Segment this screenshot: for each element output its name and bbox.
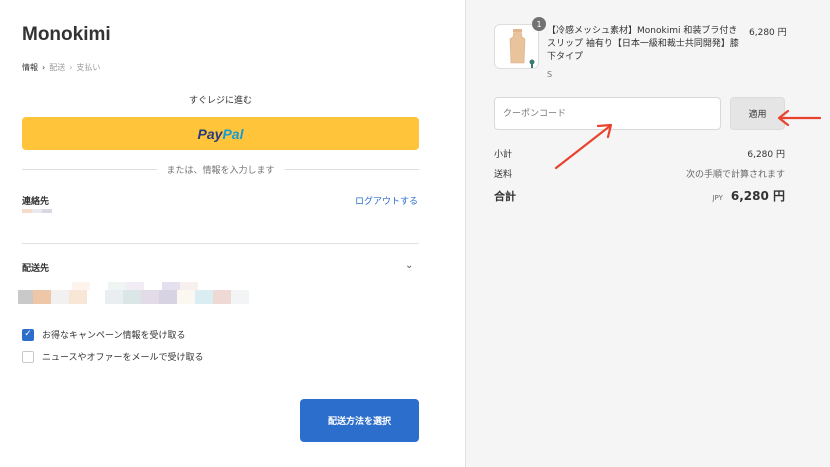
section-divider <box>22 243 419 244</box>
breadcrumb-item-info[interactable]: 情報 <box>22 62 38 73</box>
redacted-email <box>22 209 52 213</box>
breadcrumb-item-payment: 支払い <box>76 63 101 72</box>
or-divider-text: または、情報を入力します <box>166 166 275 176</box>
shipping-address-label: 配送先 <box>22 264 50 274</box>
or-divider: または、情報を入力します <box>22 163 420 176</box>
product-thumbnail <box>494 24 539 69</box>
product-price: 6,280 円 <box>749 28 787 38</box>
contact-label: 連絡先 <box>22 197 50 207</box>
store-logo[interactable]: Monokimi <box>22 24 111 46</box>
total-label: 合計 <box>494 190 516 203</box>
shipping-label: 送料 <box>494 170 513 180</box>
annotation-arrow-icon <box>777 109 822 127</box>
quantity-badge: 1 <box>532 17 546 31</box>
breadcrumb-item-shipping: 配送 <box>49 63 66 72</box>
campaign-opt-in-label: お得なキャンペーン情報を受け取る <box>42 331 186 341</box>
dress-icon <box>509 29 535 68</box>
continue-to-shipping-button[interactable]: 配送方法を選択 <box>300 399 419 442</box>
total-value: 6,280 円 <box>730 189 785 203</box>
redacted-address-upper <box>72 282 198 290</box>
chevron-down-icon[interactable]: ⌄ <box>405 260 413 271</box>
subtotal-row: 小計 6,280 円 <box>494 147 785 160</box>
redacted-address <box>18 290 249 304</box>
shipping-value: 次の手順で計算されます <box>685 170 785 180</box>
paypal-button[interactable]: PayPal <box>22 117 419 150</box>
chevron-right-icon: › <box>42 63 46 72</box>
subtotal-value: 6,280 円 <box>747 150 785 160</box>
checkmark-icon[interactable]: ✓ <box>22 328 34 341</box>
chevron-right-icon: › <box>69 63 73 72</box>
newsletter-checkbox[interactable] <box>22 350 34 363</box>
total-currency: JPY <box>712 194 723 202</box>
express-checkout-title: すぐレジに進む <box>188 96 252 106</box>
shipping-row: 送料 次の手順で計算されます <box>494 167 785 180</box>
product-variant: S <box>547 70 553 79</box>
newsletter-opt-in[interactable]: ニュースやオファーをメールで受け取る <box>22 350 204 363</box>
annotation-arrow-icon <box>554 123 613 170</box>
subtotal-label: 小計 <box>494 150 513 160</box>
checkout-main: Monokimi 情報 › 配送 › 支払い すぐレジに進む PayPal また… <box>0 0 465 467</box>
paypal-logo: PayPal <box>197 125 244 142</box>
campaign-opt-in[interactable]: ✓ お得なキャンペーン情報を受け取る <box>22 328 186 341</box>
product-name: 【冷感メッシュ素材】Monokimi 和装ブラ付きスリップ 袖有り【日本一級和裁… <box>547 26 739 62</box>
order-summary <box>465 0 830 467</box>
newsletter-opt-in-label: ニュースやオファーをメールで受け取る <box>42 353 204 363</box>
total-row: 合計 JPY 6,280 円 <box>494 187 785 204</box>
logout-link[interactable]: ログアウトする <box>355 194 418 207</box>
breadcrumb: 情報 › 配送 › 支払い <box>22 62 100 73</box>
